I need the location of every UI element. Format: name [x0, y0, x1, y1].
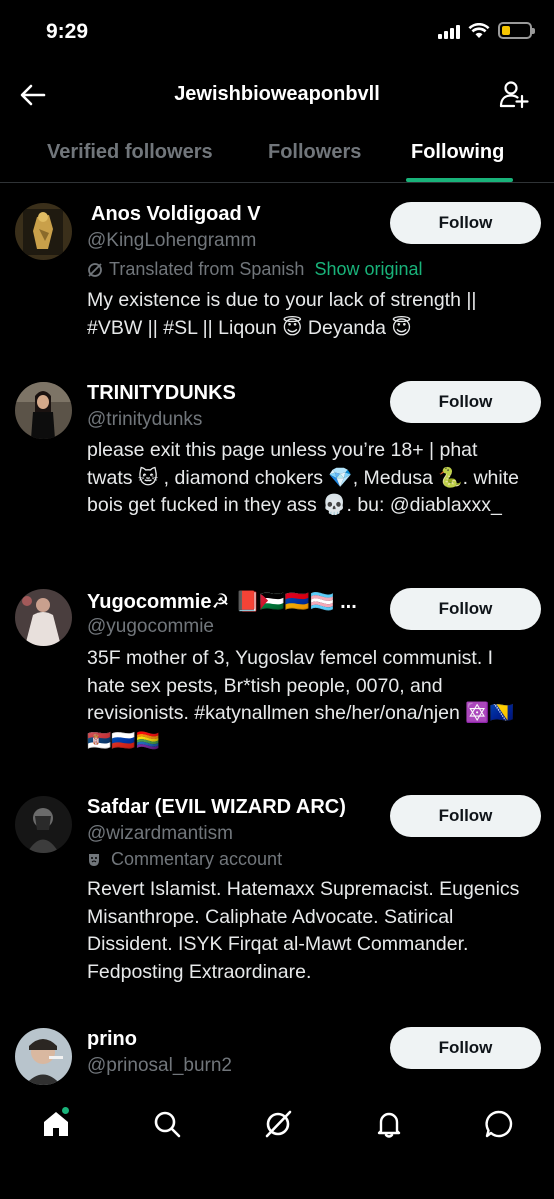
follow-button[interactable]: Follow: [390, 1027, 541, 1069]
avatar[interactable]: [15, 203, 72, 260]
notifications-icon: [377, 1112, 401, 1138]
nav-messages[interactable]: [479, 1104, 519, 1144]
signal-icon: [438, 23, 460, 39]
status-bar: 9:29: [0, 0, 554, 66]
avatar[interactable]: [15, 1028, 72, 1085]
tab-followers[interactable]: Followers: [268, 141, 361, 164]
messages-icon: [485, 1110, 513, 1138]
user-handle: @prinosal_burn2: [87, 1055, 232, 1076]
notification-dot: [61, 1106, 70, 1115]
translation-line: Translated from Spanish Show original: [87, 259, 423, 280]
status-icons: [438, 22, 535, 39]
user-bio: Revert Islamist. Hatemaxx Supremacist. E…: [87, 878, 520, 983]
commentary-label: Commentary account: [111, 849, 283, 869]
user-name: Yugocommie☭ 📕🇵🇸🇦🇲🏳️‍⚧️ ...: [87, 591, 357, 613]
page-title: Jewishbioweaponbvll: [174, 83, 380, 105]
nav-home[interactable]: [36, 1104, 76, 1144]
status-time: 9:29: [46, 20, 89, 43]
translate-icon: [88, 262, 102, 277]
follow-button[interactable]: Follow: [390, 381, 541, 423]
follow-button[interactable]: Follow: [390, 588, 541, 630]
active-tab-indicator: [406, 178, 513, 182]
user-handle: @KingLohengramm: [87, 230, 257, 251]
commentary-line: Commentary account: [87, 849, 282, 870]
user-handle: @trinitydunks: [87, 409, 203, 430]
nav-grok[interactable]: [258, 1104, 298, 1144]
user-handle: @yugocommie: [87, 616, 214, 637]
avatar[interactable]: [15, 589, 72, 646]
header: Jewishbioweaponbvll: [0, 66, 554, 124]
tab-verified-followers[interactable]: Verified followers: [47, 141, 213, 164]
user-bio: 35F mother of 3, Yugoslav femcel communi…: [87, 647, 514, 752]
user-name: prino: [87, 1028, 137, 1050]
follow-button[interactable]: Follow: [390, 202, 541, 244]
bottom-nav: [0, 1086, 554, 1199]
avatar[interactable]: [15, 796, 72, 853]
translated-label: Translated from Spanish: [109, 259, 305, 279]
add-user-button[interactable]: [496, 76, 532, 112]
tab-following[interactable]: Following: [411, 141, 504, 164]
show-original-link[interactable]: Show original: [314, 259, 422, 280]
user-handle: @wizardmantism: [87, 823, 233, 844]
battery-icon: [498, 22, 535, 39]
grok-icon: [265, 1110, 292, 1138]
user-bio: please exit this page unless you’re 18+ …: [87, 439, 519, 516]
user-name: Anos Voldigoad V: [91, 203, 261, 225]
follow-button[interactable]: Follow: [390, 795, 541, 837]
add-user-icon: [499, 81, 529, 109]
user-name: TRINITYDUNKS: [87, 382, 236, 404]
tab-bar: Verified followers Followers Following: [0, 124, 554, 183]
theater-masks-icon: [89, 853, 99, 866]
wifi-icon: [468, 22, 490, 38]
search-icon: [154, 1111, 181, 1138]
user-bio: My existence is due to your lack of stre…: [87, 289, 477, 339]
nav-search[interactable]: [147, 1104, 187, 1144]
avatar[interactable]: [15, 382, 72, 439]
user-name: Safdar (EVIL WIZARD ARC): [87, 796, 346, 818]
nav-notifications[interactable]: [369, 1104, 409, 1144]
